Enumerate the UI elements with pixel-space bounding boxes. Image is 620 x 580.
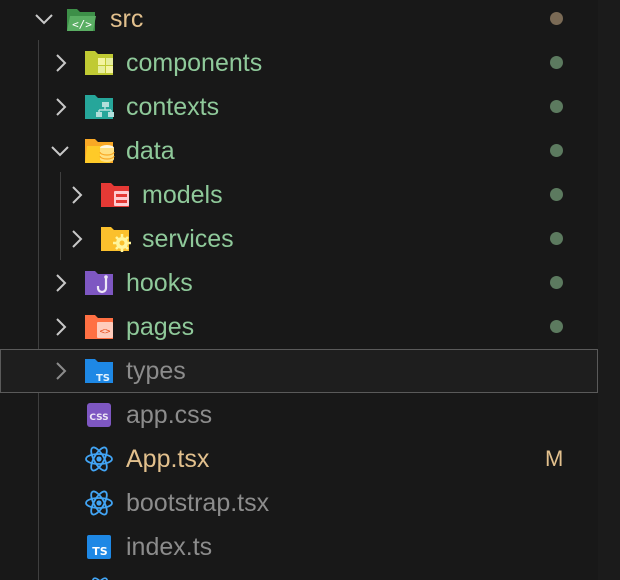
tree-item-label: data (126, 137, 175, 165)
tree-item-label: types (126, 357, 186, 385)
svg-text:TS: TS (96, 373, 110, 384)
folder-hooks-icon (84, 269, 116, 297)
svg-text:</>: </> (72, 18, 92, 31)
tree-item-label: services (142, 225, 234, 253)
tree-item-label: src (110, 5, 144, 33)
git-status-dot (550, 100, 563, 113)
chevron-right-icon[interactable] (51, 305, 71, 349)
css-file-icon: CSS (86, 402, 112, 430)
chevron-right-icon[interactable] (51, 41, 71, 85)
tree-item-types[interactable]: TS types (0, 349, 598, 393)
tree-item-data[interactable]: data (0, 129, 598, 173)
tree-item-index-ts[interactable]: TS index.ts (0, 525, 598, 569)
tree-item-label: app.css (126, 401, 213, 429)
tree-item-bootstrap-tsx[interactable]: bootstrap.tsx (0, 481, 598, 525)
tree-item-label: hooks (126, 269, 193, 297)
tree-item-app-tsx[interactable]: App.tsx M (0, 437, 598, 481)
git-status-dot (550, 232, 563, 245)
chevron-right-icon[interactable] (67, 173, 87, 217)
chevron-right-icon[interactable] (51, 349, 71, 393)
tree-item-components[interactable]: components (0, 41, 598, 85)
folder-pages-icon: <> (84, 313, 116, 341)
folder-models-icon (100, 181, 132, 209)
chevron-right-icon[interactable] (51, 85, 71, 129)
file-explorer: </> src components contexts data models … (0, 0, 620, 580)
folder-services-icon (100, 225, 132, 253)
tree-item-label: contexts (126, 93, 220, 121)
svg-text:CSS: CSS (89, 413, 108, 423)
tree-item-app-css[interactable]: CSS app.css (0, 393, 598, 437)
tree-item-services[interactable]: services (0, 217, 598, 261)
tree-item-label: models (142, 181, 223, 209)
chevron-down-icon[interactable] (34, 0, 54, 41)
folder-database-open-icon (84, 137, 116, 165)
folder-contexts-icon (84, 93, 116, 121)
git-modified-badge: M (545, 446, 564, 471)
svg-text:TS: TS (92, 545, 108, 558)
folder-typescript-icon: TS (84, 357, 116, 385)
git-status-dot (550, 320, 563, 333)
git-status-dot (550, 188, 563, 201)
svg-text:<>: <> (100, 327, 111, 337)
tree-item-contexts[interactable]: contexts (0, 85, 598, 129)
folder-src-open-icon: </> (66, 6, 98, 34)
chevron-down-icon[interactable] (50, 129, 70, 173)
tree-item-label: pages (126, 313, 195, 341)
tree-item-src[interactable]: </> src (0, 0, 598, 41)
tree-item-models[interactable]: models (0, 173, 598, 217)
chevron-right-icon[interactable] (67, 217, 87, 261)
scrollbar[interactable] (598, 0, 620, 580)
git-status-dot (550, 12, 563, 25)
git-status-dot (550, 144, 563, 157)
tree-item-label: components (126, 49, 263, 77)
tree-item-label: index.ts (126, 533, 213, 561)
chevron-right-icon[interactable] (51, 261, 71, 305)
tree-item-partial[interactable] (0, 569, 598, 580)
tree-item-label: App.tsx (126, 445, 210, 473)
tree-item-hooks[interactable]: hooks (0, 261, 598, 305)
tree-item-pages[interactable]: <> pages (0, 305, 598, 349)
react-file-icon (86, 575, 114, 580)
git-status-dot (550, 56, 563, 69)
typescript-file-icon: TS (87, 535, 113, 563)
react-file-icon (84, 445, 114, 473)
react-file-icon (84, 489, 114, 517)
git-status-dot (550, 276, 563, 289)
folder-components-icon (84, 49, 116, 77)
tree-item-label: bootstrap.tsx (126, 489, 270, 517)
